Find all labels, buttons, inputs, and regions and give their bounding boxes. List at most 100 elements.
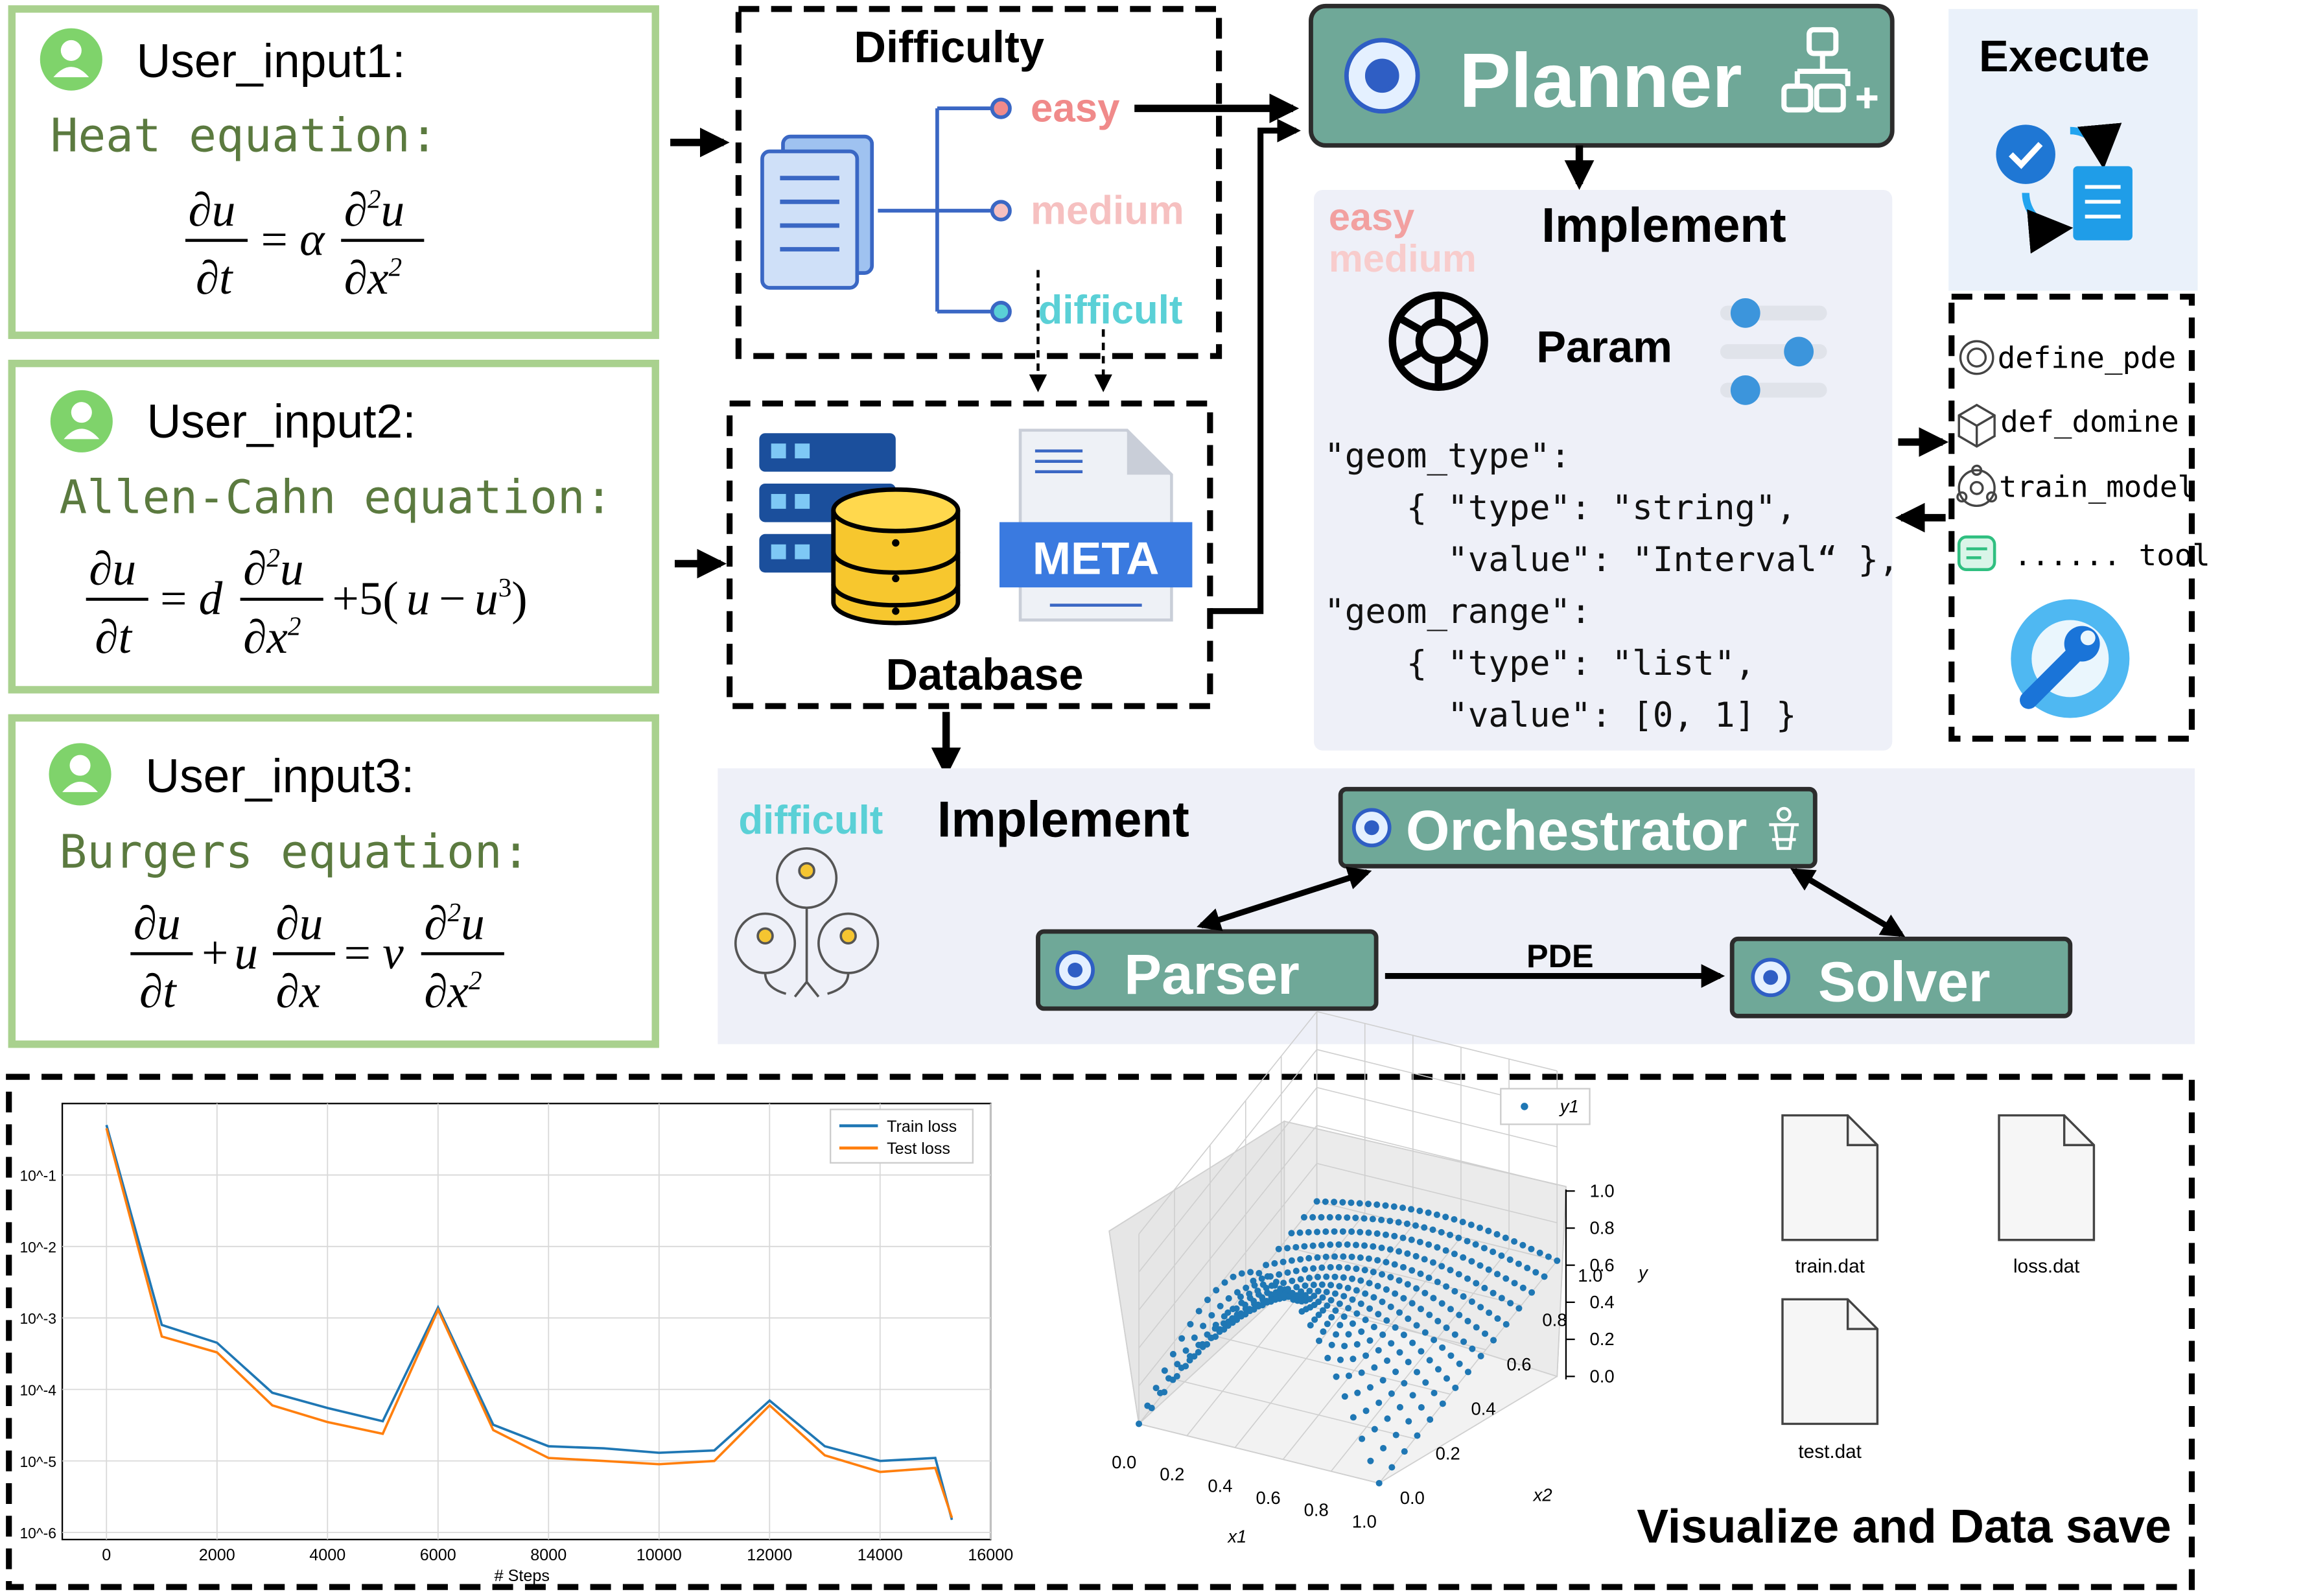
scatter-point xyxy=(1302,1266,1309,1273)
scatter-point xyxy=(1425,1241,1432,1248)
scatter-point xyxy=(1429,1259,1436,1266)
execute-panel: Execute xyxy=(1948,8,2198,291)
scatter-point xyxy=(1433,1211,1440,1218)
scatter-point xyxy=(1473,1280,1480,1287)
scatter-point xyxy=(1438,1300,1445,1307)
scatter-point xyxy=(1241,1301,1248,1308)
scatter-point xyxy=(1434,1244,1441,1251)
scatter-point xyxy=(1195,1348,1202,1355)
scatter-point xyxy=(1259,1294,1266,1301)
svg-text:u: u xyxy=(406,572,430,624)
scatter-point xyxy=(1340,1253,1347,1260)
y-tick-label: 10^-4 xyxy=(19,1382,56,1399)
scatter-point xyxy=(1344,1241,1351,1248)
scatter-point xyxy=(1306,1287,1313,1295)
scatter-point xyxy=(1515,1260,1522,1267)
scatter-point xyxy=(1324,1354,1331,1361)
scatter-point xyxy=(1374,1257,1381,1264)
scatter-point xyxy=(1315,1337,1323,1344)
scatter-point xyxy=(1361,1242,1368,1249)
x-tick-label: 10000 xyxy=(637,1546,682,1564)
scatter-point xyxy=(1331,1273,1339,1280)
scatter-point xyxy=(1289,1277,1296,1284)
scatter-point xyxy=(1409,1392,1416,1399)
scatter-point xyxy=(1412,1252,1420,1260)
y-tick-label: 10^-2 xyxy=(19,1239,56,1256)
wrench-gear-icon xyxy=(2011,599,2130,718)
scatter-point xyxy=(1300,1214,1307,1221)
scatter-point xyxy=(1357,1254,1364,1262)
scatter-point xyxy=(1414,1432,1421,1439)
scatter-legend-label: y1 xyxy=(1559,1096,1579,1116)
scatter-point xyxy=(1348,1228,1355,1235)
scatter-point xyxy=(1284,1269,1291,1276)
scatter-point xyxy=(1357,1277,1364,1284)
difficulty-title: Difficulty xyxy=(854,22,1044,72)
x-tick-label: 0.0 xyxy=(1112,1452,1136,1472)
scatter-point xyxy=(1434,1278,1441,1285)
scatter-point xyxy=(1476,1224,1484,1232)
scatter-point xyxy=(1464,1275,1471,1282)
implement-bottom-title: Implement xyxy=(937,792,1189,847)
scatter-point xyxy=(1439,1344,1446,1351)
scatter-point xyxy=(1401,1379,1408,1387)
scatter-point xyxy=(1320,1328,1327,1335)
scatter-point xyxy=(1418,1404,1425,1411)
scatter-point xyxy=(1314,1273,1321,1281)
scatter-point xyxy=(1452,1384,1459,1391)
tool-def-domine: def_domine xyxy=(2000,405,2179,439)
tool-define-pde: define_pde xyxy=(1998,341,2176,375)
x-tick-label: 0.4 xyxy=(1208,1476,1232,1496)
equation-name: Allen-Cahn equation: xyxy=(60,471,613,524)
scatter-legend-marker xyxy=(1521,1103,1528,1110)
scatter-point xyxy=(1506,1256,1514,1263)
user-input-label: User_input1: xyxy=(136,34,405,88)
database-to-planner-arrow xyxy=(1210,119,1301,615)
scatter-point xyxy=(1409,1267,1416,1274)
scatter-point xyxy=(1416,1238,1423,1246)
y-tick-label: 10^-1 xyxy=(19,1168,56,1184)
scatter-point xyxy=(1284,1285,1292,1293)
scatter-point xyxy=(1486,1309,1493,1317)
scatter-point xyxy=(1380,1444,1387,1452)
scatter-point xyxy=(1350,1414,1357,1421)
y-tick-label: 10^-5 xyxy=(19,1453,56,1470)
x-tick-label: 0.8 xyxy=(1304,1499,1329,1520)
scatter-point xyxy=(1387,1274,1394,1281)
scatter-point xyxy=(1451,1250,1458,1258)
scatter-point xyxy=(1250,1297,1257,1305)
scatter-point xyxy=(1481,1330,1489,1337)
scatter-point xyxy=(1345,1304,1352,1312)
scatter-point xyxy=(1413,1368,1421,1376)
scatter-point xyxy=(1408,1236,1415,1243)
scatter-point xyxy=(1367,1457,1374,1464)
file-train-dat: train.dat xyxy=(1795,1256,1865,1277)
z-tick-label: 0.8 xyxy=(1590,1218,1615,1238)
scatter-point xyxy=(1375,1399,1383,1407)
scatter-point xyxy=(1237,1310,1245,1317)
scatter-point xyxy=(1519,1241,1526,1249)
input-arrows xyxy=(670,127,730,579)
scatter-point xyxy=(1366,1305,1374,1312)
orchestrator-label: Orchestrator xyxy=(1406,799,1748,862)
scatter-point xyxy=(1208,1311,1215,1319)
scatter-point xyxy=(1358,1328,1365,1335)
scatter-point xyxy=(1374,1201,1381,1208)
scatter-point xyxy=(1314,1254,1321,1261)
scatter-point xyxy=(1276,1288,1283,1295)
solver-node: Solver xyxy=(1729,936,2073,1018)
scatter-point xyxy=(1335,1263,1342,1271)
scatter-point xyxy=(1340,1313,1348,1320)
scatter-point xyxy=(1333,1331,1340,1338)
scatter-point xyxy=(1392,1290,1399,1297)
scatter-point xyxy=(1366,1280,1373,1287)
scatter-point xyxy=(1136,1420,1143,1427)
code-line: { "type": "list", xyxy=(1324,644,1755,683)
scatter-point xyxy=(1413,1322,1420,1329)
scatter-point xyxy=(1426,1357,1433,1364)
scatter-point xyxy=(1485,1266,1492,1273)
scatter-point xyxy=(1200,1322,1207,1330)
scatter-point xyxy=(1404,1281,1411,1288)
scatter-point xyxy=(1344,1264,1351,1271)
scatter-point xyxy=(1421,1329,1429,1336)
